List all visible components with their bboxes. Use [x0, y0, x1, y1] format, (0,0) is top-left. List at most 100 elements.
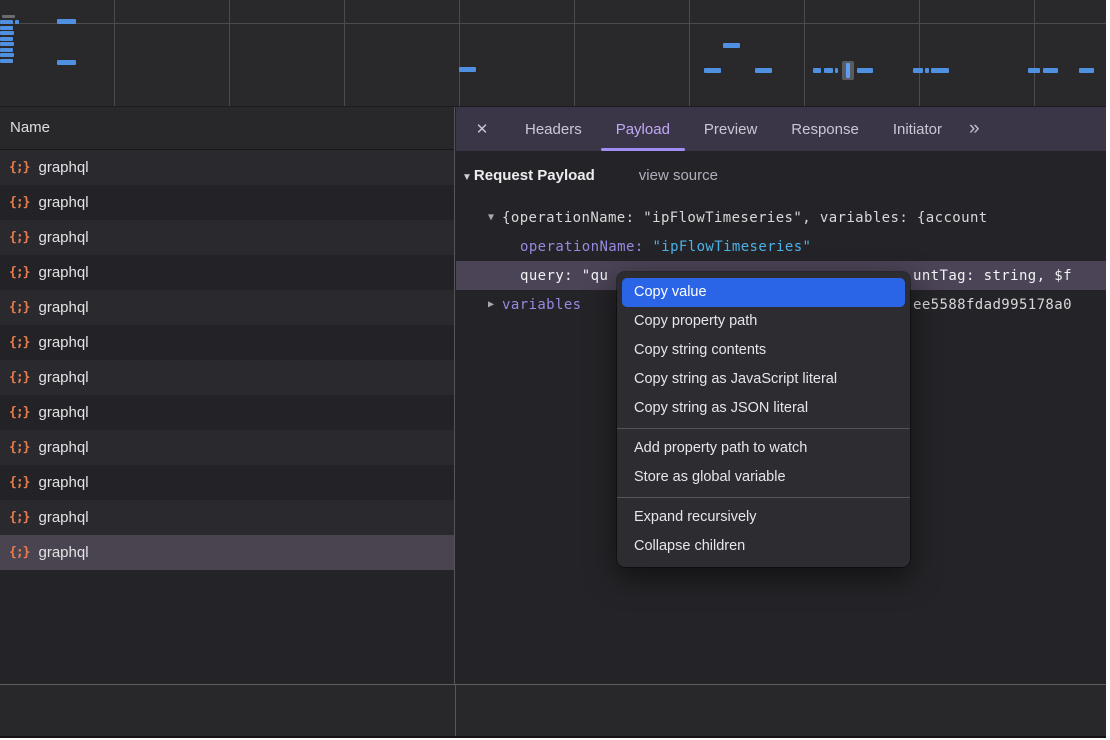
- request-list-pane: Name {;}graphql{;}graphql{;}graphql{;}gr…: [0, 107, 455, 684]
- tab-initiator[interactable]: Initiator: [876, 107, 959, 151]
- request-name-label: graphql: [38, 264, 88, 281]
- context-menu-group: Copy valueCopy property pathCopy string …: [617, 278, 910, 423]
- menu-item-add-property-path-to-watch[interactable]: Add property path to watch: [617, 434, 910, 463]
- view-source-link[interactable]: view source: [639, 167, 718, 184]
- request-row[interactable]: {;}graphql: [0, 290, 454, 325]
- request-timeline-bar: [723, 43, 740, 48]
- request-timeline-bar: [0, 31, 14, 35]
- request-name-label: graphql: [38, 439, 88, 456]
- triangle-collapsed-icon[interactable]: ▶: [488, 299, 494, 310]
- json-braces-icon: {;}: [9, 195, 29, 210]
- context-menu: Copy valueCopy property pathCopy string …: [617, 272, 910, 567]
- request-name-label: graphql: [38, 299, 88, 316]
- tab-preview[interactable]: Preview: [687, 107, 774, 151]
- json-braces-icon: {;}: [9, 335, 29, 350]
- json-braces-icon: {;}: [9, 510, 29, 525]
- json-string-text: "ipFlowTimeseries": [652, 239, 811, 255]
- timeline-gridline: [229, 0, 230, 106]
- request-row[interactable]: {;}graphql: [0, 500, 454, 535]
- json-braces-icon: {;}: [9, 475, 29, 490]
- tab-response[interactable]: Response: [774, 107, 876, 151]
- request-timeline-bar: [0, 59, 13, 63]
- request-timeline-bar: [0, 37, 13, 41]
- pane-divider[interactable]: [455, 685, 456, 736]
- timeline-gridline: [689, 0, 690, 106]
- request-list: {;} graphql {;} graphql {;} graphql {;} graphql…: [0, 150, 454, 570]
- close-details-button[interactable]: ✕: [456, 107, 508, 151]
- tab-payload[interactable]: Payload: [599, 107, 687, 151]
- request-timeline-bar: [755, 68, 772, 73]
- menu-item-store-as-global-variable[interactable]: Store as global variable: [617, 463, 910, 492]
- network-overview-timeline[interactable]: [0, 0, 1106, 107]
- json-braces-icon: {;}: [9, 265, 29, 280]
- timeline-gridline: [114, 0, 115, 106]
- request-timeline-bar: [15, 20, 19, 24]
- menu-item-expand-recursively[interactable]: Expand recursively: [617, 503, 910, 532]
- menu-item-copy-property-path[interactable]: Copy property path: [617, 307, 910, 336]
- request-timeline-bar: [913, 68, 923, 73]
- close-icon: ✕: [476, 120, 489, 138]
- request-timeline-bar: [925, 68, 929, 73]
- menu-item-copy-string-as-javascript-literal[interactable]: Copy string as JavaScript literal: [617, 365, 910, 394]
- request-timeline-bar: [0, 26, 13, 30]
- request-name-label: graphql: [38, 194, 88, 211]
- request-row[interactable]: {;} graphql: [0, 465, 454, 500]
- details-tabs: HeadersPayloadPreviewResponseInitiator: [508, 107, 959, 151]
- request-name-label: graphql: [38, 334, 88, 351]
- request-row[interactable]: {;}graphql: [0, 430, 454, 465]
- timeline-divider-line: [0, 23, 1106, 24]
- request-timeline-bar: [931, 68, 949, 73]
- request-row[interactable]: {;} graphql: [0, 360, 454, 395]
- request-timeline-bar: [0, 42, 14, 46]
- timeline-gridline: [919, 0, 920, 106]
- timeline-gridline: [574, 0, 575, 106]
- request-row[interactable]: {;} graphql: [0, 535, 454, 570]
- request-timeline-bar: [835, 68, 838, 73]
- request-timeline-bar: [0, 48, 13, 52]
- request-row[interactable]: {;}graphql: [0, 150, 454, 185]
- request-name-label: graphql: [38, 369, 88, 386]
- json-text-fragment: ee5588fdad995178a0: [913, 290, 1072, 319]
- request-timeline-bar: [1028, 68, 1040, 73]
- json-text-fragment: untTag: string, $f: [913, 261, 1072, 290]
- timeline-gridline: [804, 0, 805, 106]
- menu-item-collapse-children[interactable]: Collapse children: [617, 532, 910, 561]
- json-braces-icon: {;}: [9, 405, 29, 420]
- json-braces-icon: {;}: [9, 160, 29, 175]
- request-row[interactable]: {;} graphql: [0, 395, 454, 430]
- request-timeline-bar: [2, 15, 15, 18]
- payload-tree-row[interactable]: ▼ {operationName: "ipFlowTimeseries", var…: [456, 203, 1106, 232]
- json-plain-text: {operationName: "ipFlowTimeseries", vari…: [502, 210, 988, 226]
- triangle-expanded-icon[interactable]: ▼: [488, 212, 494, 223]
- request-timeline-bar: [0, 53, 14, 57]
- status-bar: [0, 684, 1106, 738]
- json-braces-icon: {;}: [9, 370, 29, 385]
- json-braces-icon: {;}: [9, 230, 29, 245]
- request-row[interactable]: {;}graphql: [0, 220, 454, 255]
- menu-item-copy-string-contents[interactable]: Copy string contents: [617, 336, 910, 365]
- context-menu-group: Add property path to watchStore as globa…: [617, 428, 910, 492]
- tab-headers[interactable]: Headers: [508, 107, 599, 151]
- name-column-header[interactable]: Name: [0, 107, 454, 150]
- request-row[interactable]: {;} graphql: [0, 325, 454, 360]
- menu-item-copy-string-as-json-literal[interactable]: Copy string as JSON literal: [617, 394, 910, 423]
- json-plain-text: query: "qu: [520, 268, 608, 284]
- json-key-text: operationName:: [520, 239, 652, 255]
- request-row[interactable]: {;} graphql: [0, 185, 454, 220]
- request-timeline-bar: [1043, 68, 1058, 73]
- json-braces-icon: {;}: [9, 545, 29, 560]
- request-name-label: graphql: [38, 474, 88, 491]
- chevron-double-right-icon: »: [969, 118, 980, 140]
- timeline-gridline: [344, 0, 345, 106]
- request-row[interactable]: {;} graphql: [0, 255, 454, 290]
- more-tabs-button[interactable]: »: [969, 107, 980, 151]
- payload-tree-row[interactable]: operationName: "ipFlowTimeseries": [456, 232, 1106, 261]
- request-name-label: graphql: [38, 404, 88, 421]
- request-timeline-bar: [57, 60, 76, 65]
- menu-item-copy-value[interactable]: Copy value: [622, 278, 905, 307]
- request-timeline-bar: [459, 67, 476, 72]
- request-timeline-bar: [0, 20, 13, 24]
- section-collapse-triangle-icon[interactable]: ▼: [462, 172, 472, 183]
- devtools-window: Name {;}graphql{;}graphql{;}graphql{;}gr…: [0, 0, 1106, 738]
- request-name-label: graphql: [38, 544, 88, 561]
